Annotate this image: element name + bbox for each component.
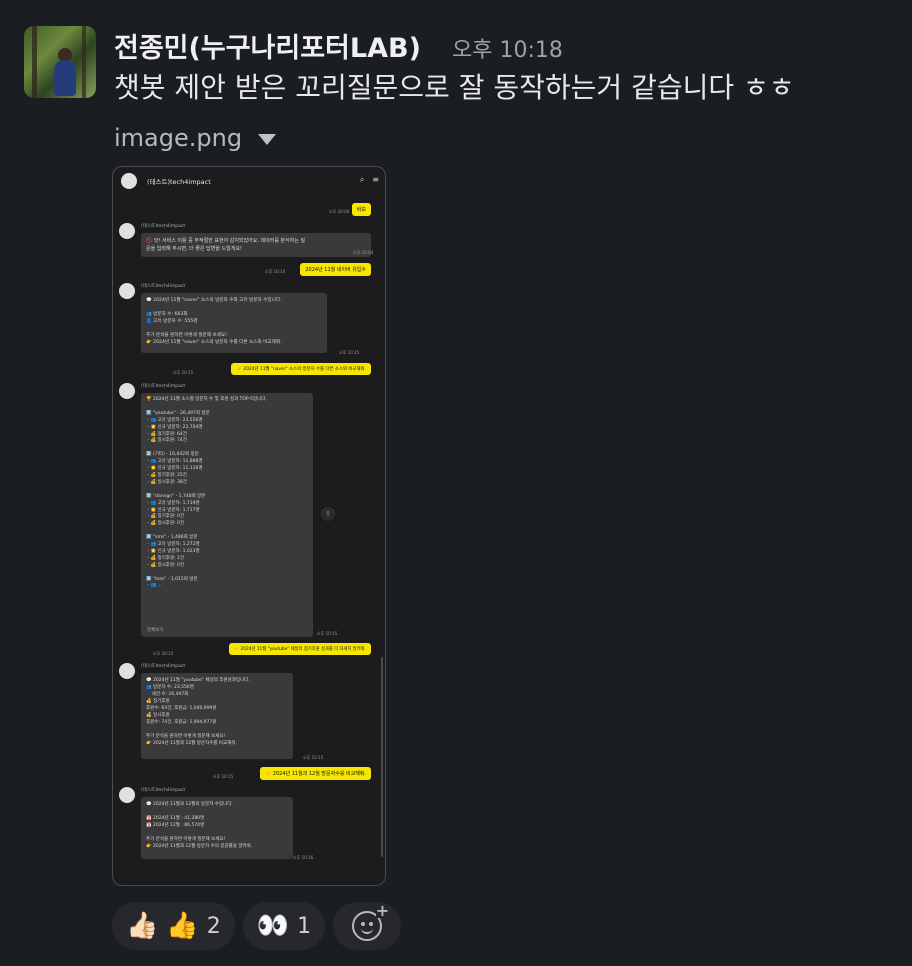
- avatar-person-body: [54, 60, 76, 96]
- avatar-tree-trunk: [82, 26, 86, 98]
- scrollbar[interactable]: [381, 657, 383, 857]
- reaction-count: 2: [206, 913, 221, 939]
- thumbs-up-light-icon: 👍🏻: [126, 911, 159, 941]
- attachment-header[interactable]: image.png: [114, 124, 277, 152]
- chat-timestamp: 오후 10:14: [265, 269, 286, 274]
- chat-timestamp: 오후 10:04: [329, 209, 350, 214]
- more-link[interactable]: 전체보기: [147, 627, 164, 633]
- message-timestamp[interactable]: 오후 10:18: [452, 32, 563, 64]
- user-bubble: 2024년 11월 네이버 유입수: [300, 263, 371, 276]
- thumbs-up-icon: 👍: [166, 911, 199, 941]
- reaction-eyes[interactable]: 👀 1: [242, 902, 326, 950]
- chat-timestamp: 오후 10:15: [213, 774, 234, 779]
- message-text: 챗봇 제안 받은 꼬리질문으로 잘 동작하는거 같습니다 ㅎㅎ: [114, 71, 795, 104]
- add-reaction-button[interactable]: +: [333, 902, 402, 950]
- bot-bubble: 💬 2024년 11월 "naver" 소스의 방문자 수와 고유 방문자 수입…: [141, 293, 327, 353]
- chat-timestamp: 오후 10:16: [293, 855, 314, 860]
- bot-avatar: [119, 787, 135, 803]
- bot-name: (테스트)tech4impact: [141, 788, 186, 793]
- message: 전종민(누구나리포터LAB) 오후 10:18 챗봇 제안 받은 꼬리질문으로 …: [0, 0, 912, 966]
- bot-bubble: 🏆 2024년 11월 소스별 방문자 수 및 후원 성과 TOP-5입니다. …: [141, 393, 313, 637]
- message-author[interactable]: 전종민(누구나리포터LAB): [114, 26, 421, 65]
- bot-name: (테스트)tech4impact: [141, 284, 186, 289]
- chat-avatar: [121, 173, 137, 189]
- search-icon: ⌕: [359, 175, 365, 184]
- eyes-icon: 👀: [256, 911, 290, 941]
- user-bubble: 👉 2024년 11월 "naver" 소스의 방문자 수를 다른 소스와 비교…: [231, 363, 371, 375]
- chat-timestamp: 오후 10:15: [153, 651, 174, 656]
- chat-timestamp: 오후 10:04: [353, 250, 374, 255]
- attachment-image[interactable]: (테스트)tech4impact ⌕ ≡ 바보 오후 10:04 (테스트)te…: [112, 166, 386, 886]
- caret-down-icon[interactable]: [258, 133, 277, 145]
- chat-timestamp: 오후 10:15: [303, 755, 324, 760]
- bot-name: (테스트)tech4impact: [141, 664, 186, 669]
- avatar[interactable]: [24, 26, 96, 98]
- chat-timestamp: 오후 10:15: [339, 350, 360, 355]
- bot-name: (테스트)tech4impact: [141, 384, 186, 389]
- bot-name: (테스트)tech4impact: [141, 224, 186, 229]
- bot-bubble: 🚫 앗! 서비스 이용 중 부적절한 표현이 감지되었어요. 데이터를 분석하는…: [141, 233, 371, 257]
- bot-avatar: [119, 663, 135, 679]
- chat-topbar: (테스트)tech4impact ⌕ ≡: [113, 167, 385, 195]
- bot-avatar: [119, 283, 135, 299]
- bot-bubble: 💬 2024년 11월 "youtube" 채널의 후원성과입니다. 👥 방문자…: [141, 673, 293, 759]
- bot-avatar: [119, 383, 135, 399]
- add-reaction-icon: +: [352, 903, 390, 941]
- attachment-filename[interactable]: image.png: [114, 124, 242, 152]
- chat-timestamp: 오후 10:15: [317, 631, 338, 636]
- bot-avatar: [119, 223, 135, 239]
- chat-title: (테스트)tech4impact: [147, 178, 211, 186]
- reaction-count: 1: [297, 913, 312, 939]
- user-bubble: 👉 2024년 11월 "youtube" 채널의 정기후원 성과를 더 자세히…: [228, 643, 371, 655]
- user-bubble: 👉 2024년 11월과 12월 방문자수를 비교해줘.: [259, 767, 371, 780]
- avatar-tree-trunk: [32, 26, 37, 98]
- bot-bubble: 💬 2024년 11월과 12월의 방문자 수입니다. 📅 2024년 11월 …: [141, 797, 293, 859]
- menu-icon: ≡: [372, 175, 379, 184]
- chat-timestamp: 오후 10:15: [173, 370, 194, 375]
- chat-topbar-icons: ⌕ ≡: [360, 175, 379, 185]
- user-bubble: 바보: [351, 203, 371, 216]
- reactions-bar: 👍🏻 👍 2 👀 1 +: [112, 902, 402, 950]
- share-icon[interactable]: ⇧: [321, 507, 335, 521]
- reaction-thumbs-up[interactable]: 👍🏻 👍 2: [112, 902, 235, 950]
